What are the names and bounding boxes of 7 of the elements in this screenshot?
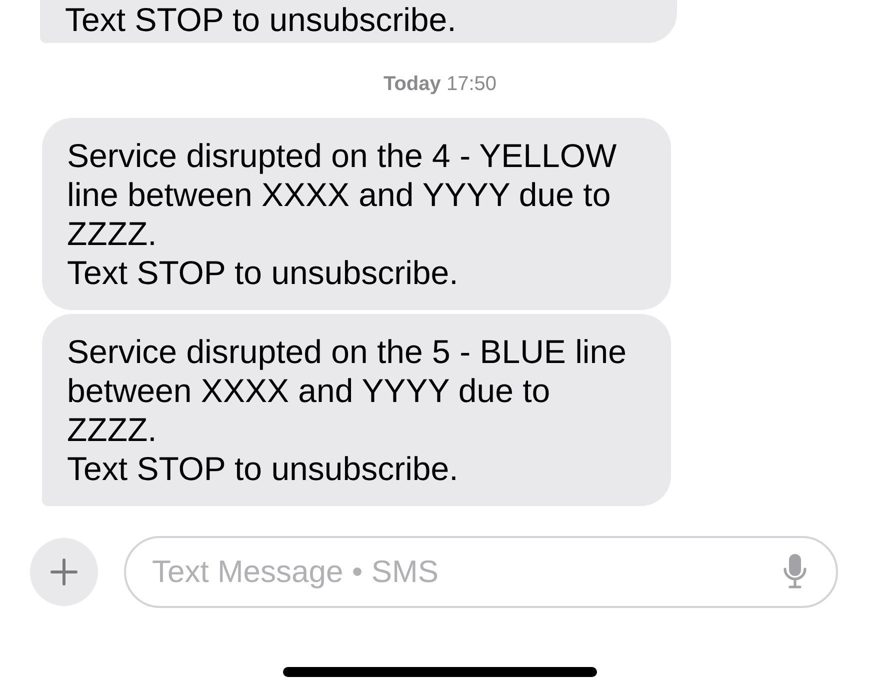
plus-icon (49, 557, 79, 587)
message-bubble: Service disrupted on the 5 - BLUE line between XXXX and YYYY due to ZZZZ. Text STOP to unsubscribe. (42, 314, 671, 506)
microphone-icon[interactable] (782, 552, 808, 590)
message-bubble: Service disrupted on the 4 - YELLOW line between XXXX and YYYY due to ZZZZ. Text STOP to unsubscribe. (42, 118, 671, 310)
message-field[interactable]: Text Message • SMS (124, 536, 838, 608)
message-bubble: Text STOP to unsubscribe. (40, 0, 677, 43)
timestamp: Today 17:50 (383, 73, 497, 96)
